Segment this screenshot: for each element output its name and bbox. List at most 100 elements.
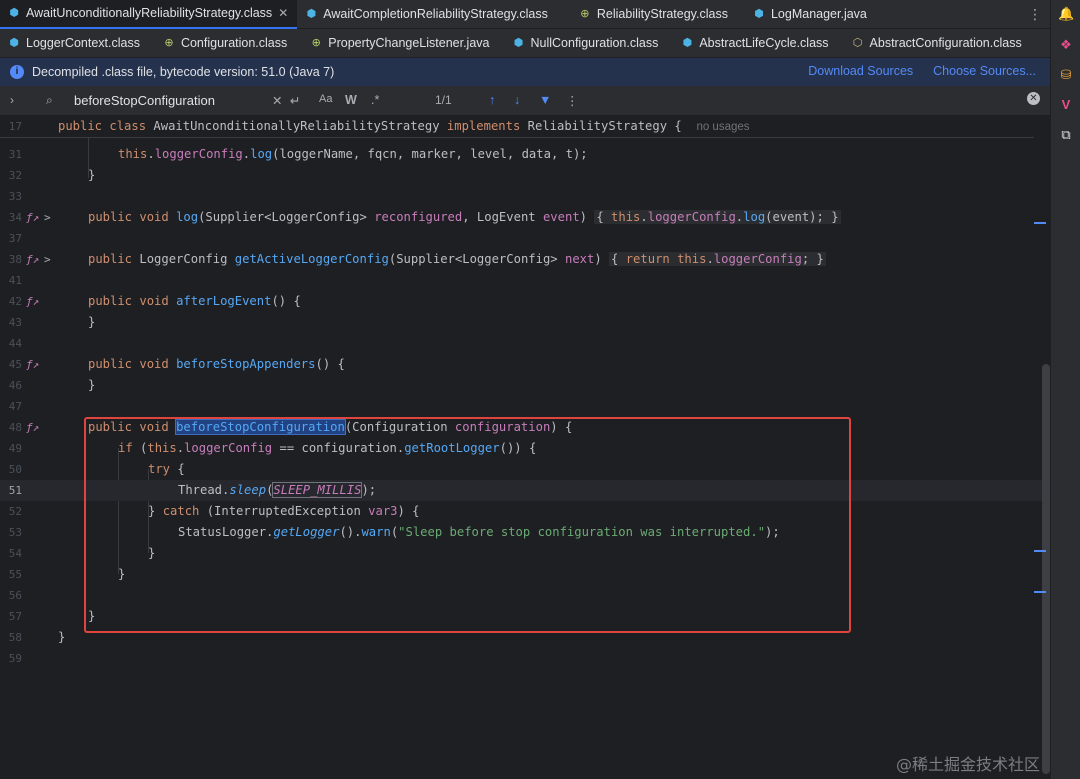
brace: } — [88, 315, 96, 329]
info-icon: i — [10, 65, 24, 79]
scroll-marker[interactable] — [1034, 591, 1046, 593]
code-line[interactable]: 44 — [0, 333, 1050, 354]
keyword: public — [58, 119, 103, 133]
line-number: 45 — [8, 358, 22, 371]
regex-button[interactable]: .* — [371, 93, 379, 107]
implements-method-icon[interactable]: ƒ↗ — [26, 354, 39, 375]
implements-method-icon[interactable]: ƒ↗ — [26, 249, 39, 270]
filter-icon[interactable]: ▼ — [539, 93, 551, 107]
code-line[interactable]: 32 } — [0, 165, 1050, 186]
more-tabs-icon[interactable]: ⋮ — [1028, 6, 1042, 23]
punct: . — [706, 252, 714, 266]
usages-hint[interactable]: no usages — [696, 121, 749, 133]
brace: } — [88, 378, 96, 392]
tab-abstract-configuration[interactable]: ⬡ AbstractConfiguration.class — [844, 29, 1031, 58]
punct: . — [242, 147, 251, 161]
tab-await-completion[interactable]: ⬢ AwaitCompletionReliabilityStrategy.cla… — [297, 0, 557, 29]
search-input[interactable]: beforeStopConfiguration — [74, 93, 215, 108]
tab-log-manager[interactable]: ⬢ LogManager.java — [745, 0, 876, 29]
database-icon[interactable]: ⛁ — [1058, 67, 1074, 83]
close-find-icon[interactable]: ✕ — [1027, 92, 1040, 105]
search-icon: ⌕ — [46, 93, 53, 107]
tab-label: ReliabilityStrategy.class — [596, 7, 728, 21]
parameter: event — [542, 210, 580, 224]
code-editor[interactable]: 17 public class AwaitUnconditionallyReli… — [0, 116, 1050, 779]
args: (event); — [765, 210, 832, 224]
match-case-button[interactable]: Aa — [319, 93, 332, 105]
keyword: return — [625, 252, 670, 266]
implements-method-icon[interactable]: ƒ↗ — [26, 417, 39, 438]
code-line[interactable]: 33 — [0, 186, 1050, 207]
code-line[interactable]: 46 } — [0, 375, 1050, 396]
scroll-marker[interactable] — [1034, 550, 1046, 552]
method-name: log — [176, 210, 199, 224]
code-line[interactable]: 31 this.loggerConfig.log(loggerName, fqc… — [0, 144, 1050, 165]
tab-reliability-strategy[interactable]: ⊕ ReliabilityStrategy.class — [571, 0, 737, 29]
tab-logger-context[interactable]: ⬢ LoggerContext.class — [0, 29, 149, 58]
class-icon: ⬢ — [513, 37, 524, 49]
next-occurrence-icon[interactable]: ↓ — [514, 93, 520, 107]
class-icon: ⬢ — [306, 8, 317, 20]
implements-method-icon[interactable]: ƒ↗ — [26, 207, 39, 228]
tab-abstract-life-cycle[interactable]: ⬢ AbstractLifeCycle.class — [673, 29, 837, 58]
code-line[interactable]: 45 ƒ↗ public void beforeStopAppenders() … — [0, 354, 1050, 375]
whole-words-button[interactable]: W — [345, 93, 357, 107]
keyword: public void — [88, 294, 169, 308]
line-number: 17 — [8, 120, 22, 133]
validation-icon[interactable]: V — [1058, 97, 1074, 113]
code-line[interactable]: 34 ƒ↗ > public void log(Supplier<LoggerC… — [0, 207, 1050, 228]
scroll-marker[interactable] — [1034, 222, 1046, 224]
code-line[interactable]: 43 } — [0, 312, 1050, 333]
implements-method-icon[interactable]: ƒ↗ — [26, 291, 39, 312]
line-number: 54 — [8, 547, 22, 560]
tab-await-unconditionally[interactable]: ⬢ AwaitUnconditionallyReliabilityStrateg… — [0, 0, 298, 29]
close-icon[interactable]: ✕ — [278, 6, 288, 20]
line-number: 42 — [8, 295, 22, 308]
class-icon: ⬢ — [754, 8, 764, 20]
line-number: 33 — [8, 190, 22, 203]
keyword: public void — [88, 357, 169, 371]
tab-label: Configuration.class — [180, 36, 288, 50]
code-line[interactable]: 59 — [0, 648, 1050, 669]
keyword: public void — [88, 210, 169, 224]
notifications-icon[interactable]: 🔔 — [1058, 6, 1074, 22]
line-number: 43 — [8, 316, 22, 329]
previous-occurrence-icon[interactable]: ↑ — [489, 93, 495, 107]
code-line[interactable]: 38 ƒ↗ > public LoggerConfig getActiveLog… — [0, 249, 1050, 270]
line-number: 52 — [8, 505, 22, 518]
expand-replace-icon[interactable]: › — [10, 93, 14, 107]
more-options-icon[interactable]: ⋮ — [566, 93, 579, 108]
tab-configuration[interactable]: ⊕ Configuration.class — [155, 29, 296, 58]
find-bar: › ⌕ beforeStopConfiguration ✕ ↵ Aa W .* … — [0, 86, 1050, 116]
code-line[interactable]: 37 — [0, 228, 1050, 249]
folded-body[interactable]: { return this.loggerConfig; } — [609, 252, 826, 266]
plugin-icon[interactable]: ❖ — [1058, 37, 1074, 53]
line-number: 34 — [8, 211, 22, 224]
tab-null-configuration[interactable]: ⬢ NullConfiguration.class — [504, 29, 667, 58]
folded-body[interactable]: { this.loggerConfig.log(event); } — [594, 210, 841, 224]
ai-assistant-icon[interactable]: ⧉ — [1058, 127, 1074, 143]
signature: ) — [579, 210, 595, 224]
signature: (Supplier<LoggerConfig> — [388, 252, 565, 266]
code-line[interactable]: 47 — [0, 396, 1050, 417]
punct: ; — [801, 252, 817, 266]
download-sources-link[interactable]: Download Sources — [808, 64, 913, 78]
clear-search-icon[interactable]: ✕ — [272, 93, 282, 108]
sticky-class-header[interactable]: 17 public class AwaitUnconditionallyReli… — [0, 116, 1034, 138]
choose-sources-link[interactable]: Choose Sources... — [933, 64, 1036, 78]
code-line[interactable]: 42 ƒ↗ public void afterLogEvent() { — [0, 291, 1050, 312]
right-tool-strip: 🔔 ❖ ⛁ V ⧉ — [1050, 0, 1080, 779]
vertical-scrollbar[interactable] — [1042, 364, 1050, 774]
line-number: 50 — [8, 463, 22, 476]
new-line-icon[interactable]: ↵ — [290, 93, 300, 108]
line-number: 59 — [8, 652, 22, 665]
line-number: 44 — [8, 337, 22, 350]
keyword: this — [611, 210, 641, 224]
keyword: this — [677, 252, 707, 266]
parameter: reconfigured — [374, 210, 463, 224]
code-line[interactable]: 41 — [0, 270, 1050, 291]
fold-expand-icon[interactable]: > — [44, 249, 51, 270]
tab-property-change-listener[interactable]: ⊕ PropertyChangeListener.java — [302, 29, 498, 58]
fold-expand-icon[interactable]: > — [44, 207, 51, 228]
abstract-class-icon: ⬡ — [852, 37, 863, 49]
